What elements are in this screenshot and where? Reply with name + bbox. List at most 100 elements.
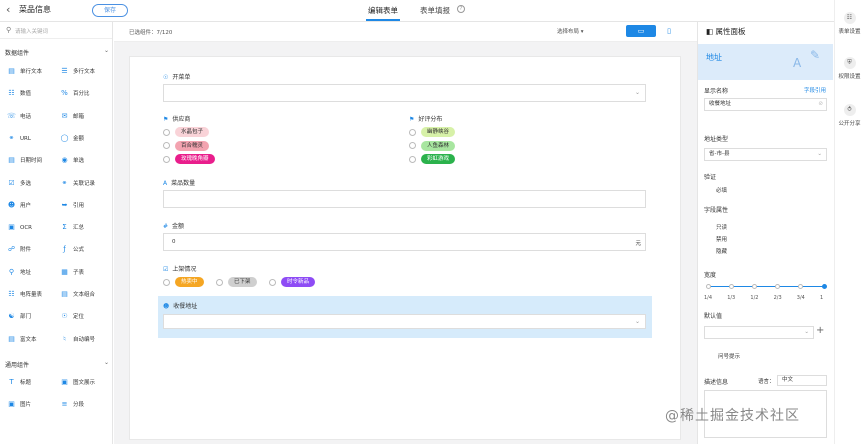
display-name-input[interactable]: 收餐地址 ⊘: [704, 98, 827, 111]
component-image-text[interactable]: ▣ 图文展示: [60, 375, 95, 389]
save-button[interactable]: 保存: [92, 4, 128, 17]
collapse-icon[interactable]: ◧: [706, 27, 713, 36]
radio-button[interactable]: [163, 142, 170, 149]
width-mark-label: 1/2: [750, 295, 759, 301]
search-input[interactable]: ⚲ 请输入关键词: [0, 23, 112, 39]
component-url[interactable]: ⚭ URL: [7, 131, 31, 145]
option-item[interactable]: 热卖中: [163, 277, 204, 287]
width-slider-fill: [708, 286, 824, 287]
component-location[interactable]: ⚲ 地址: [7, 265, 31, 279]
disabled-checkbox[interactable]: 禁用: [716, 235, 727, 243]
component-auto-number[interactable]: ♮ 自动编号: [60, 332, 95, 346]
component-checkbox[interactable]: ☑ 多选: [7, 176, 31, 190]
readonly-checkbox[interactable]: 只读: [716, 223, 727, 231]
desktop-icon[interactable]: ▭: [626, 25, 656, 37]
component-image[interactable]: ▣ 图片: [7, 397, 31, 411]
option-item[interactable]: 人鱼森林: [409, 140, 456, 151]
field-label-supplier[interactable]: ⚑ 供应商: [163, 114, 190, 123]
option-item[interactable]: 彩虹游戏: [409, 154, 456, 164]
add-icon[interactable]: +: [816, 325, 824, 336]
radio-button[interactable]: [409, 142, 416, 149]
radio-button[interactable]: [163, 278, 170, 286]
chevron-down-icon[interactable]: ⌄: [104, 359, 109, 366]
field-label-rating[interactable]: ⚑ 好评分布: [409, 114, 442, 123]
question-hint-checkbox[interactable]: 问号提示: [718, 352, 740, 360]
amount-input[interactable]: 0 元: [163, 233, 646, 251]
permission-settings-button[interactable]: ⛨ 权限设置: [834, 57, 865, 80]
component-attachment[interactable]: ☍ 附件: [7, 242, 31, 256]
radio-button[interactable]: [163, 128, 170, 136]
component-percent[interactable]: % 百分比: [60, 86, 89, 100]
component-calendar[interactable]: ▤ 日期时间: [7, 153, 42, 167]
component-money[interactable]: ◯ 金额: [60, 131, 84, 145]
rich-text-icon: ▤: [8, 334, 15, 343]
width-mark-dot[interactable]: [751, 284, 757, 289]
option-item[interactable]: 幽静峡谷: [409, 127, 456, 137]
component-department[interactable]: ☯ 部门: [7, 309, 31, 323]
component-position[interactable]: ☉ 定位: [60, 309, 84, 323]
watermark: @稀土掘金技术社区: [665, 408, 800, 424]
option-item[interactable]: 水晶包子: [163, 127, 210, 137]
phone-icon: ☏: [7, 111, 16, 120]
component-rich-text[interactable]: ▤ 富文本: [7, 332, 36, 346]
option-item[interactable]: 玫瑰晚角瓣: [163, 154, 215, 164]
field-label-quantity[interactable]: A 菜品数量: [163, 178, 195, 187]
width-mark-dot[interactable]: [821, 284, 827, 289]
component-text-combine[interactable]: ▤ 文本组合: [60, 287, 95, 301]
component-subtable[interactable]: ▦ 子表: [60, 265, 84, 279]
component-single-text[interactable]: ▤ 单行文本: [7, 64, 42, 78]
component-section[interactable]: ≡ 分段: [60, 397, 84, 411]
field-label-amount[interactable]: # 金额: [163, 221, 184, 230]
tab-form-fill[interactable]: 表单填报: [420, 5, 450, 16]
component-email[interactable]: ✉ 邮箱: [60, 109, 84, 123]
component-multi-text[interactable]: ☰ 多行文本: [60, 64, 95, 78]
option-item[interactable]: 时令新品: [269, 277, 316, 287]
radio-button[interactable]: [409, 128, 416, 136]
address-type-select[interactable]: 省-市-县 ⌄: [704, 148, 827, 161]
component-ocr[interactable]: ▣ OCR: [7, 220, 32, 234]
component-formula[interactable]: ƒ 公式: [60, 242, 84, 256]
public-share-button[interactable]: ⥀ 公开分享: [834, 104, 865, 127]
component-radio[interactable]: ◉ 单选: [60, 153, 84, 167]
option-item[interactable]: 已下架: [216, 277, 257, 287]
width-mark-dot[interactable]: [728, 284, 734, 289]
default-value-select[interactable]: ⌄: [704, 326, 814, 339]
form-settings-button[interactable]: ☷ 表单设置: [834, 12, 865, 35]
hidden-checkbox[interactable]: 隐藏: [716, 247, 727, 255]
clear-icon[interactable]: ⊘: [818, 99, 823, 110]
address-select[interactable]: ⌄: [163, 314, 646, 329]
component-sum[interactable]: Σ 汇总: [60, 220, 84, 234]
width-slider[interactable]: [708, 286, 824, 287]
required-checkbox[interactable]: 必填: [716, 186, 727, 194]
option-pill: 人鱼森林: [421, 140, 456, 151]
radio-button[interactable]: [269, 278, 276, 286]
radio-button[interactable]: [216, 278, 223, 286]
tab-edit-form[interactable]: 编辑表单: [368, 5, 398, 16]
component-phone[interactable]: ☏ 电话: [7, 109, 31, 123]
question-circle-icon[interactable]: ?: [457, 5, 465, 13]
radio-button[interactable]: [409, 155, 416, 163]
component-link-record[interactable]: ⚭ 关联记录: [60, 176, 95, 190]
component-label: 汇总: [73, 225, 85, 232]
component-heading[interactable]: T 标题: [7, 375, 31, 389]
language-select[interactable]: 中文: [777, 375, 827, 386]
component-matrix[interactable]: ☷ 电阵量表: [7, 287, 42, 301]
field-reference-link[interactable]: 字段引用: [804, 86, 826, 94]
component-user[interactable]: ☻ 用户: [7, 198, 31, 212]
reference-icon: ➥: [61, 200, 68, 209]
chevron-down-icon[interactable]: ⌄: [104, 47, 109, 54]
field-label-status[interactable]: ☑ 上架情况: [163, 264, 196, 273]
layout-select[interactable]: 选择布局 ▾: [557, 27, 584, 35]
option-item[interactable]: 百合糯灵: [163, 140, 210, 151]
radio-button[interactable]: [163, 155, 170, 163]
menu-select[interactable]: ⌄: [163, 84, 646, 102]
field-label-menu[interactable]: ☉ 开菜单: [163, 72, 190, 81]
flag-icon: ⚑: [409, 116, 415, 123]
mobile-icon[interactable]: ▯: [662, 25, 676, 37]
component-reference[interactable]: ➥ 引用: [60, 198, 84, 212]
component-number[interactable]: ☷ 数值: [7, 86, 31, 100]
width-mark-dot[interactable]: [705, 284, 711, 289]
quantity-input[interactable]: [163, 190, 646, 208]
field-label-address[interactable]: ☻ 收餐地址: [163, 301, 197, 310]
chevron-left-icon[interactable]: ‹: [6, 3, 10, 16]
